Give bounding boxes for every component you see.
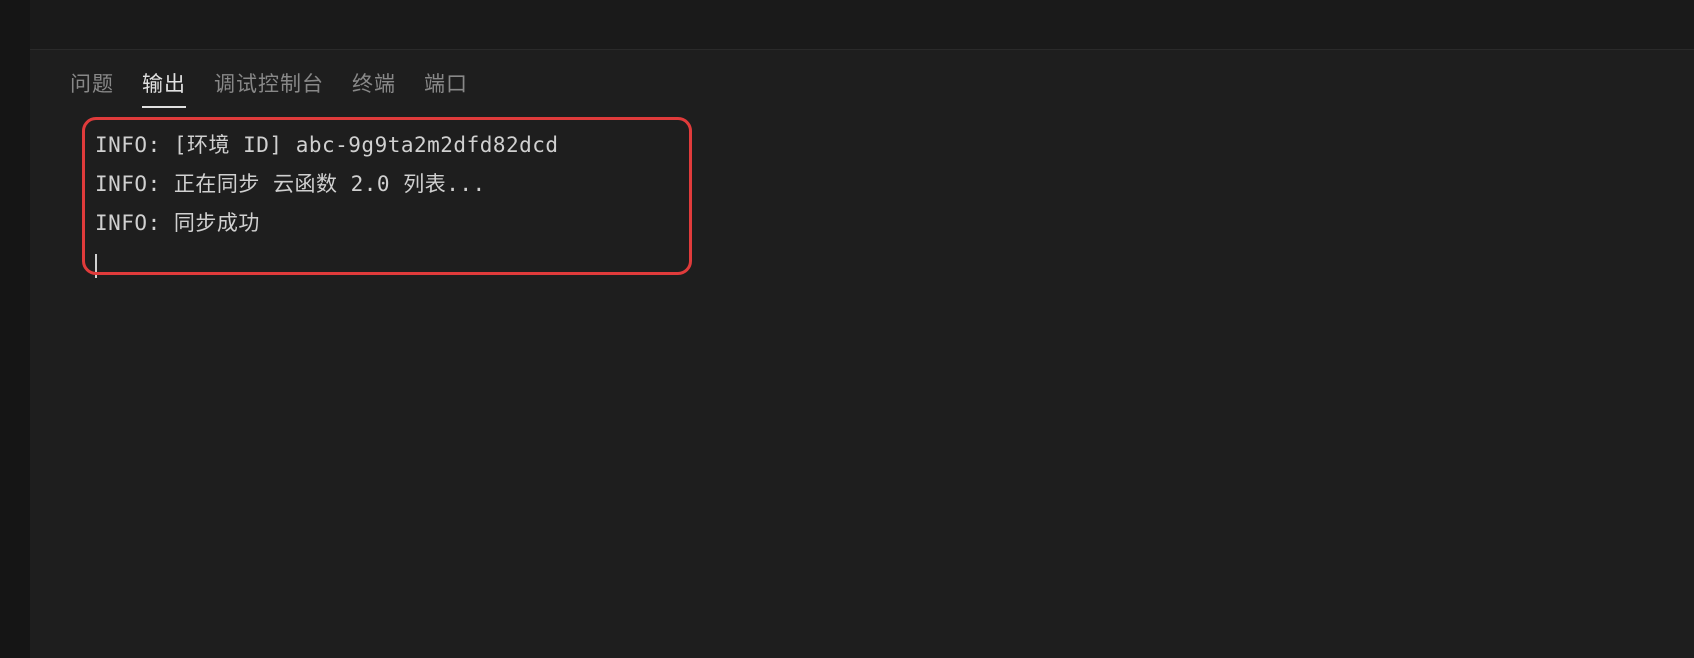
tab-output[interactable]: 输出 [142, 68, 186, 98]
bottom-panel: 问题 输出 调试控制台 终端 端口 INFO: [环境 ID] abc-9g9t… [30, 50, 1694, 658]
editor-area-spacer [30, 0, 1694, 50]
log-output: INFO: [环境 ID] abc-9g9ta2m2dfd82dcd INFO:… [60, 112, 1664, 295]
log-line: INFO: 同步成功 [95, 204, 1629, 243]
log-line: INFO: [环境 ID] abc-9g9ta2m2dfd82dcd [95, 126, 1629, 165]
panel-tabs: 问题 输出 调试控制台 终端 端口 [30, 50, 1694, 112]
tab-ports[interactable]: 端口 [424, 68, 468, 98]
tab-terminal[interactable]: 终端 [352, 68, 396, 98]
tab-problems[interactable]: 问题 [70, 68, 114, 98]
activity-bar-gutter [0, 0, 30, 658]
tab-debug-console[interactable]: 调试控制台 [214, 68, 324, 98]
output-content-area[interactable]: INFO: [环境 ID] abc-9g9ta2m2dfd82dcd INFO:… [30, 112, 1694, 658]
text-cursor [95, 254, 97, 278]
log-line: INFO: 正在同步 云函数 2.0 列表... [95, 165, 1629, 204]
main-panel: 问题 输出 调试控制台 终端 端口 INFO: [环境 ID] abc-9g9t… [30, 0, 1694, 658]
